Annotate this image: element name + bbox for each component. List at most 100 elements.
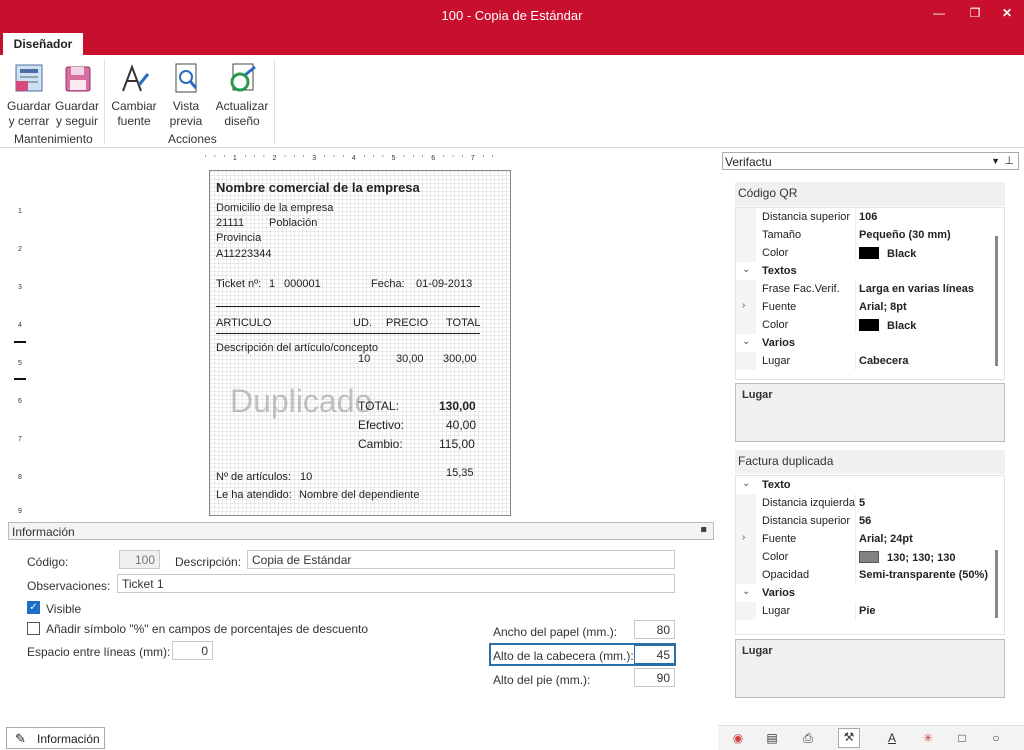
- text-icon[interactable]: A: [884, 730, 900, 746]
- prop-value[interactable]: Cabecera: [859, 355, 909, 367]
- prop-category[interactable]: ⌄ Textos: [736, 262, 1004, 280]
- pin-icon[interactable]: ◾: [698, 525, 710, 536]
- properties-combo[interactable]: Verifactu ▼ ⊥: [722, 152, 1019, 170]
- prop-row[interactable]: Color Black: [736, 316, 1004, 334]
- prop-row[interactable]: Color 130; 130; 130: [736, 548, 1004, 566]
- atendido-value[interactable]: Nombre del dependiente: [299, 489, 419, 501]
- close-button[interactable]: ✕: [990, 0, 1024, 26]
- restore-button[interactable]: ❐: [958, 0, 992, 26]
- duplicate-watermark[interactable]: Duplicado: [230, 383, 372, 420]
- chevron-right-icon[interactable]: ›: [742, 532, 745, 543]
- prop-row[interactable]: Color Black: [736, 244, 1004, 262]
- actualizar-diseno-button[interactable]: Actualizar diseño: [214, 61, 270, 129]
- company-address[interactable]: Domicilio de la empresa: [216, 202, 333, 214]
- guardar-seguir-button[interactable]: Guardar y seguir: [54, 61, 100, 129]
- scrollbar[interactable]: [995, 550, 998, 618]
- prop-value[interactable]: Larga en varias líneas: [859, 283, 974, 295]
- col-precio[interactable]: PRECIO: [386, 317, 428, 329]
- header-marker[interactable]: [14, 341, 26, 343]
- prop-row[interactable]: Lugar Pie: [736, 602, 1004, 620]
- prop-value[interactable]: 5: [859, 497, 865, 509]
- chevron-down-icon[interactable]: ⌄: [742, 336, 750, 347]
- palette-icon[interactable]: ◉: [730, 730, 746, 746]
- atendido-label[interactable]: Le ha atendido:: [216, 489, 292, 501]
- cambio-label[interactable]: Cambio:: [358, 437, 403, 451]
- ticket-label[interactable]: Ticket nº:: [216, 278, 261, 290]
- date-value[interactable]: 01-09-2013: [416, 278, 472, 290]
- total-label[interactable]: TOTAL:: [358, 399, 399, 413]
- minimize-button[interactable]: —: [922, 0, 956, 26]
- efectivo-label[interactable]: Efectivo:: [358, 418, 404, 432]
- ticket-number[interactable]: 000001: [284, 278, 321, 290]
- ticket-serie[interactable]: 1: [269, 278, 275, 290]
- printer-icon[interactable]: ⎙: [800, 730, 816, 746]
- prop-value[interactable]: Black: [859, 319, 916, 332]
- pin-icon[interactable]: ⊥: [1004, 154, 1014, 167]
- simbolo-checkbox[interactable]: [27, 622, 40, 635]
- chevron-right-icon[interactable]: ›: [742, 300, 745, 311]
- page-icon[interactable]: ▤: [764, 730, 780, 746]
- cambio-value[interactable]: 115,00: [439, 437, 475, 451]
- item-description[interactable]: Descripción del artículo/concepto: [216, 342, 378, 354]
- province[interactable]: Provincia: [216, 232, 261, 244]
- prop-value[interactable]: Black: [859, 247, 916, 260]
- scrollbar[interactable]: [995, 236, 998, 366]
- city[interactable]: Población: [269, 217, 317, 229]
- chevron-down-icon[interactable]: ⌄: [742, 264, 750, 275]
- ellipse-icon[interactable]: ○: [988, 730, 1004, 746]
- prop-row[interactable]: Distancia superior 56: [736, 512, 1004, 530]
- item-precio[interactable]: 30,00: [396, 353, 424, 365]
- codigo-field[interactable]: 100: [119, 550, 160, 569]
- efectivo-value[interactable]: 40,00: [446, 418, 476, 432]
- n-articulos-value[interactable]: 10: [300, 471, 312, 483]
- col-ud[interactable]: UD.: [353, 317, 372, 329]
- tab-disenador[interactable]: Diseñador: [3, 33, 83, 55]
- prop-row[interactable]: Distancia izquierda 5: [736, 494, 1004, 512]
- alto-pie-field[interactable]: 90: [634, 668, 675, 687]
- extra-value[interactable]: 15,35: [446, 467, 474, 479]
- observaciones-field[interactable]: Ticket 1: [117, 574, 675, 593]
- chevron-down-icon[interactable]: ⌄: [742, 478, 750, 489]
- prop-category[interactable]: ⌄ Varios: [736, 334, 1004, 352]
- cambiar-fuente-button[interactable]: Cambiar fuente: [110, 61, 158, 129]
- prop-row[interactable]: › Fuente Arial; 8pt: [736, 298, 1004, 316]
- date-label[interactable]: Fecha:: [371, 278, 405, 290]
- company-name[interactable]: Nombre comercial de la empresa: [216, 180, 420, 195]
- prop-row[interactable]: Distancia superior 106: [736, 208, 1004, 226]
- prop-row[interactable]: Opacidad Semi-transparente (50%): [736, 566, 1004, 584]
- vista-previa-button[interactable]: Vista previa: [164, 61, 208, 129]
- prop-row[interactable]: Tamaño Pequeño (30 mm): [736, 226, 1004, 244]
- chevron-down-icon[interactable]: ⌄: [742, 586, 750, 597]
- col-articulo[interactable]: ARTICULO: [216, 317, 271, 329]
- tools-icon[interactable]: ⚒: [838, 728, 860, 748]
- prop-value[interactable]: Pequeño (30 mm): [859, 229, 951, 241]
- prop-category[interactable]: ⌄ Varios: [736, 584, 1004, 602]
- col-total[interactable]: TOTAL: [446, 317, 480, 329]
- ancho-field[interactable]: 80: [634, 620, 675, 639]
- footer-marker[interactable]: [14, 378, 26, 380]
- postal-code[interactable]: 21111: [216, 217, 244, 229]
- guardar-cerrar-button[interactable]: Guardar y cerrar: [5, 61, 53, 129]
- prop-category[interactable]: ⌄ Texto: [736, 476, 1004, 494]
- espacio-field[interactable]: 0: [172, 641, 213, 660]
- prop-value[interactable]: Arial; 8pt: [859, 301, 907, 313]
- prop-row[interactable]: Lugar Cabecera: [736, 352, 1004, 370]
- ticket-paper[interactable]: Nombre comercial de la empresa Domicilio…: [209, 170, 511, 516]
- alto-cabecera-field[interactable]: 45: [634, 645, 675, 664]
- descripcion-field[interactable]: Copia de Estándar: [247, 550, 675, 569]
- prop-row[interactable]: › Fuente Arial; 24pt: [736, 530, 1004, 548]
- prop-value[interactable]: 56: [859, 515, 871, 527]
- item-total[interactable]: 300,00: [443, 353, 477, 365]
- chevron-down-icon[interactable]: ▼: [991, 156, 1000, 166]
- info-bottom-tab[interactable]: ✎ Información: [6, 727, 105, 749]
- prop-value[interactable]: Pie: [859, 605, 876, 617]
- line-icon[interactable]: ✳: [920, 730, 936, 746]
- prop-value[interactable]: Arial; 24pt: [859, 533, 913, 545]
- prop-value[interactable]: 130; 130; 130: [859, 551, 956, 564]
- total-value[interactable]: 130,00: [439, 399, 476, 413]
- prop-value[interactable]: Semi-transparente (50%): [859, 569, 988, 581]
- visible-checkbox[interactable]: ✓: [27, 601, 40, 614]
- prop-row[interactable]: Frase Fac.Verif. Larga en varias líneas: [736, 280, 1004, 298]
- prop-value[interactable]: 106: [859, 211, 877, 223]
- item-ud[interactable]: 10: [358, 353, 370, 365]
